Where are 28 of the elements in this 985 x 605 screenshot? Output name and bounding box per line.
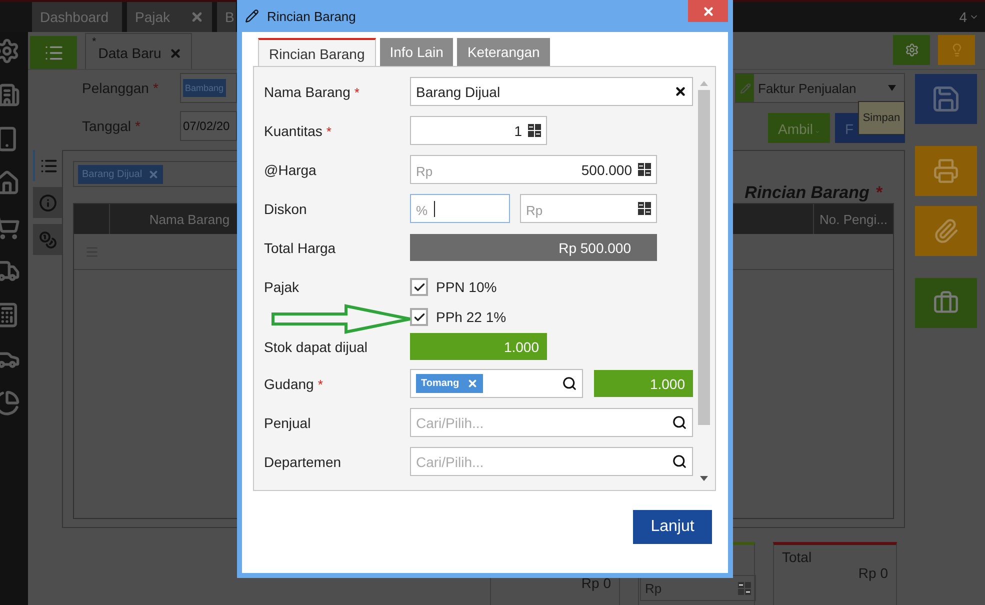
field-label: Nama Barang * — [264, 84, 360, 100]
total-label: Total — [782, 549, 813, 565]
subtotal-value: Rp 0 — [581, 575, 611, 591]
form-label: Pelanggan * — [82, 80, 160, 96]
field-label: Kuantitas * — [264, 122, 332, 138]
field-label: Total Harga — [264, 240, 337, 256]
checkbox-label: PPh 22 1% — [436, 309, 506, 325]
field-label: Penjual — [264, 414, 312, 430]
dialog-title: Rincian Barang — [267, 8, 356, 24]
section-title: Rincian Barang * — [744, 183, 882, 203]
total-price-value: Rp 500.000 — [410, 234, 657, 261]
required-mark: * — [135, 118, 140, 134]
stock-value: 1.000 — [410, 333, 547, 360]
total-value: Rp 0 — [858, 565, 888, 581]
checkbox-label: PPN 10% — [436, 279, 497, 295]
field-label: Gudang * — [264, 376, 324, 392]
required-mark: * — [152, 80, 158, 96]
required-mark: * — [326, 124, 332, 138]
tooltip: Simpan — [858, 101, 905, 135]
field-label: Pajak — [264, 279, 300, 295]
column-header: No. Pengi... — [813, 204, 893, 234]
form-label: Tanggal * — [82, 118, 142, 134]
warehouse-stock-value: 1.000 — [594, 370, 693, 397]
required-mark: * — [318, 376, 323, 392]
required-mark: * — [354, 84, 360, 100]
field-label: Stok dapat dijual — [264, 338, 369, 354]
field-label: Departemen — [264, 454, 342, 470]
field-label: @Harga — [264, 162, 318, 178]
